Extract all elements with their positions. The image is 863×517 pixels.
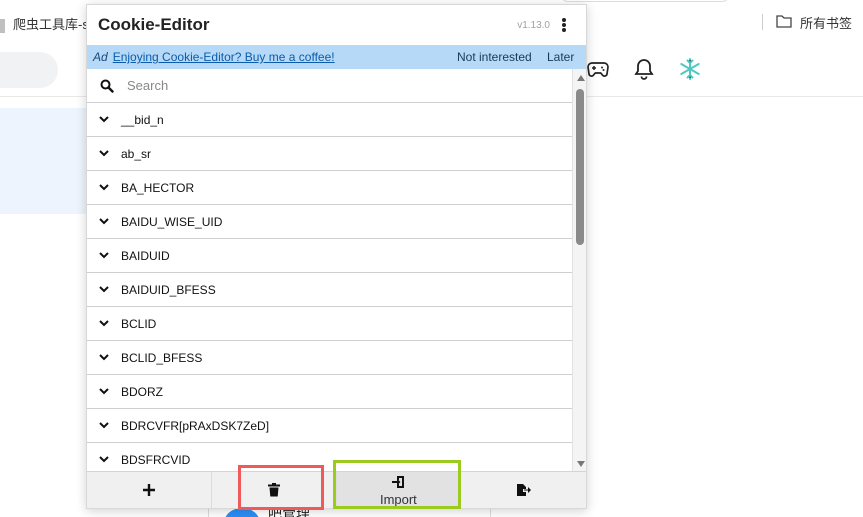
cookie-name: ab_sr — [121, 146, 152, 161]
bell-icon[interactable] — [632, 57, 656, 81]
chevron-down-icon — [87, 184, 121, 191]
scroll-up-arrow-icon[interactable] — [577, 75, 585, 81]
cookie-row[interactable]: __bid_n — [87, 103, 572, 137]
all-bookmarks[interactable]: 所有书签 — [762, 13, 853, 32]
cookie-row[interactable]: BA_HECTOR — [87, 171, 572, 205]
page-search-box[interactable] — [0, 52, 58, 88]
bookmark-favicon — [0, 18, 5, 33]
snowflake-icon[interactable] — [678, 57, 702, 81]
cookie-name: __bid_n — [121, 112, 164, 127]
not-interested-button[interactable]: Not interested — [457, 50, 532, 64]
cookie-name: BAIDUID_BFESS — [121, 282, 216, 297]
chevron-down-icon — [87, 354, 121, 361]
cookie-name: BAIDU_WISE_UID — [121, 214, 223, 229]
cookie-name: BCLID_BFESS — [121, 350, 203, 365]
chevron-down-icon — [87, 150, 121, 157]
search-bar — [87, 69, 572, 103]
popup-header: Cookie-Editor v1.13.0 — [87, 5, 586, 45]
cookie-row[interactable]: BDSFRCVID — [87, 443, 572, 471]
highlight-box-green — [333, 460, 461, 509]
tab-strip-edge — [560, 0, 730, 2]
chevron-down-icon — [87, 252, 121, 259]
chevron-down-icon — [87, 422, 121, 429]
ad-tag: Ad — [93, 50, 108, 64]
cookie-name: BDSFRCVID — [121, 452, 191, 467]
list-scrollbar[interactable] — [572, 69, 586, 471]
search-input[interactable] — [127, 78, 527, 93]
cookie-name: BDORZ — [121, 384, 163, 399]
later-button[interactable]: Later — [547, 50, 574, 64]
page-header-icons — [586, 57, 702, 81]
scrollbar-thumb[interactable] — [576, 89, 584, 245]
cookie-row[interactable]: BDORZ — [87, 375, 572, 409]
cookie-list: __bid_n ab_sr BA_HECTOR BAIDU_WISE_UID B… — [87, 103, 572, 471]
chevron-down-icon — [87, 116, 121, 123]
version-label: v1.13.0 — [517, 20, 550, 31]
cookie-row[interactable]: ab_sr — [87, 137, 572, 171]
cookie-name: BCLID — [121, 316, 157, 331]
cookie-name: BDRCVFR[pRAxDSK7ZeD] — [121, 418, 270, 433]
chevron-down-icon — [87, 218, 121, 225]
all-bookmarks-label: 所有书签 — [800, 16, 853, 31]
export-button[interactable] — [461, 472, 586, 508]
cookie-row[interactable]: BAIDU_WISE_UID — [87, 205, 572, 239]
more-menu-icon[interactable] — [558, 16, 570, 34]
add-cookie-button[interactable] — [87, 472, 212, 508]
folder-icon — [776, 14, 792, 31]
cookie-row[interactable]: BAIDUID_BFESS — [87, 273, 572, 307]
highlight-box-red — [238, 465, 324, 510]
chevron-down-icon — [87, 456, 121, 463]
ad-banner: Ad Enjoying Cookie-Editor? Buy me a coff… — [87, 45, 586, 69]
export-icon — [516, 483, 532, 500]
bookmark-label: 爬虫工具库-s — [13, 17, 89, 32]
bookmark-divider — [762, 14, 763, 30]
cookie-row[interactable]: BDRCVFR[pRAxDSK7ZeD] — [87, 409, 572, 443]
cookie-name: BAIDUID — [121, 248, 170, 263]
cookie-row[interactable]: BCLID — [87, 307, 572, 341]
chevron-down-icon — [87, 320, 121, 327]
bookmark-item[interactable]: 爬虫工具库-s — [0, 14, 89, 33]
scroll-down-arrow-icon[interactable] — [577, 461, 585, 467]
search-icon — [87, 79, 127, 93]
gamepad-icon[interactable] — [586, 57, 610, 81]
cookie-name: BA_HECTOR — [121, 180, 195, 195]
cookie-row[interactable]: BAIDUID — [87, 239, 572, 273]
chevron-down-icon — [87, 286, 121, 293]
plus-icon — [142, 483, 156, 500]
page-side-panel — [0, 108, 86, 214]
chevron-down-icon — [87, 388, 121, 395]
popup-title: Cookie-Editor — [98, 15, 210, 34]
cookie-editor-popup: Cookie-Editor v1.13.0 Ad Enjoying Cookie… — [86, 4, 587, 509]
cookie-row[interactable]: BCLID_BFESS — [87, 341, 572, 375]
ad-link[interactable]: Enjoying Cookie-Editor? Buy me a coffee! — [113, 50, 335, 64]
